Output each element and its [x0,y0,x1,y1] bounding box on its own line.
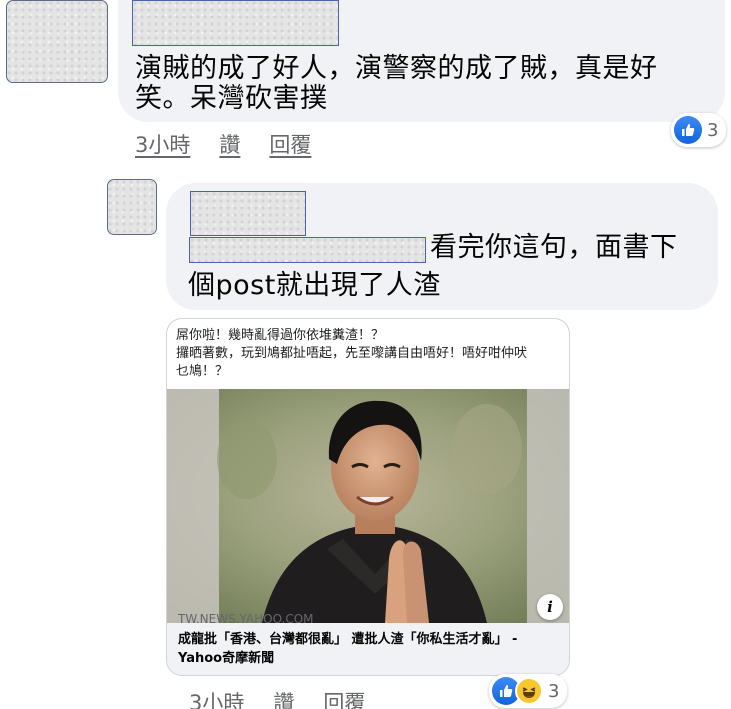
timestamp-link[interactable]: 3小時 [189,687,244,709]
comment-text: 笑。呆灣砍害撲 [135,83,328,114]
redacted-tagged-name[interactable] [189,237,426,263]
article-title[interactable]: 成龍批「香港、台灣都很亂」 遭批人渣「你私生活才亂」 - [178,628,517,647]
article-title[interactable]: Yahoo奇摩新聞 [178,647,274,666]
info-icon[interactable]: i [537,594,563,620]
haha-icon [515,677,543,705]
reply-button[interactable]: 回覆 [323,687,365,709]
comment-actions: 3小時 讚 回覆 [189,687,365,709]
comment-text: 看完你這句，面書下 [430,232,678,263]
redacted-author-name[interactable] [190,191,306,236]
reaction-summary[interactable]: 3 [671,113,727,147]
article-domain: TW.NEWS.YAHOO.COM [178,612,314,626]
commenter-avatar[interactable] [6,0,108,83]
comment-actions: 3小時 讚 回覆 [135,129,311,159]
comment-text: 個post就出現了人渣 [188,270,441,301]
reply-button[interactable]: 回覆 [269,129,311,159]
like-button[interactable]: 讚 [219,129,240,159]
like-icon [674,116,702,144]
shared-post-line: 屌你啦！幾時亂得過你依堆糞渣！？ [176,328,385,343]
reaction-summary[interactable]: 3 [489,674,568,708]
commenter-avatar[interactable] [107,179,157,235]
timestamp-link[interactable]: 3小時 [135,129,190,159]
article-photo[interactable] [167,389,570,623]
redacted-author-name[interactable] [132,0,339,46]
shared-post-line: 乜鳩！？ [176,364,229,379]
like-button[interactable]: 讚 [273,687,294,709]
reaction-count: 3 [548,680,560,702]
reaction-count: 3 [707,119,719,141]
shared-post-line: 攞晒著數，玩到鳩都扯唔起，先至嚟講自由唔好！唔好咁仲吠 [176,346,528,361]
shared-post-text: 屌你啦！幾時亂得過你依堆糞渣！？ 攞晒著數，玩到鳩都扯唔起，先至嚟講自由唔好！唔… [176,327,527,381]
